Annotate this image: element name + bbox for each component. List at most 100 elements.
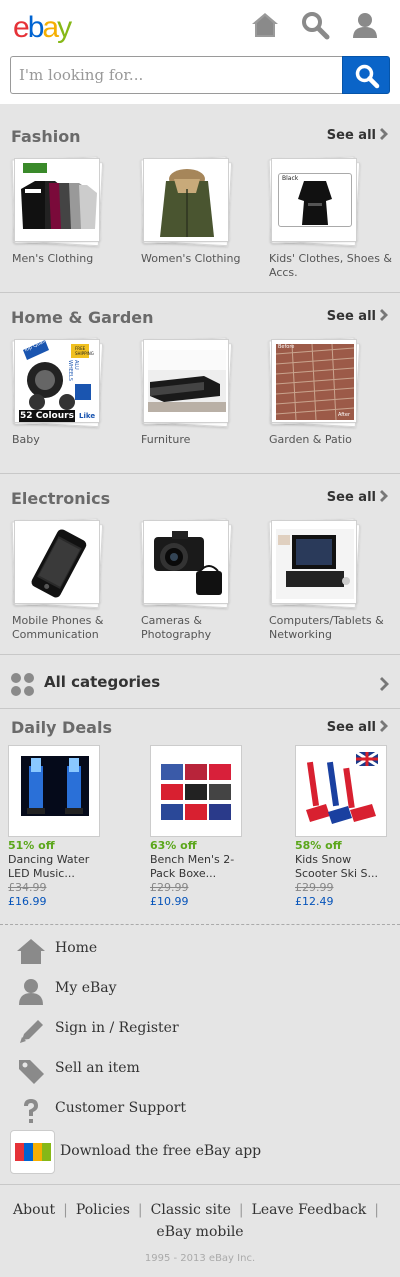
all-categories-label: All categories [44,673,161,691]
category-label: Men's Clothing [12,252,94,265]
promo-text: FREE SHIPPING [75,346,94,356]
category-label: Mobile Phones & Communication [12,614,104,641]
menu-label: Sell an item [55,1060,140,1076]
category-computers[interactable]: Computers/Tablets & Networking [268,518,388,641]
daily-deals-title: Daily Deals [11,718,112,737]
logo-letter: a [42,11,59,44]
electronics-section: Electronics See all Mobile Phones & Comm… [0,474,400,655]
deal-old-price: £34.99 [8,881,47,894]
logo-letter: b [27,11,45,44]
deal-new-price: £10.99 [150,895,189,908]
category-label: Garden & Patio [269,433,352,446]
deal-discount: 51% off [8,839,55,852]
promo-text: Like [79,412,96,420]
see-all-label: See all [326,490,376,505]
see-all-link[interactable]: See all [327,720,390,735]
see-all-link[interactable]: See all [327,490,390,505]
footer-link-classic-site[interactable]: Classic site [151,1202,231,1218]
account-icon[interactable] [350,10,380,40]
deal-image [150,745,242,837]
product-image [14,158,100,242]
person-icon [19,979,43,1005]
ebay-logo [15,1143,51,1161]
chevron-right-icon [380,309,388,321]
section-title: Home & Garden [11,308,154,327]
footer: About | Policies | Classic site | Leave Feedba… [0,1184,400,1277]
bottom-menu: Home My eBay Sign in / Register Sell an … [0,924,400,1174]
category-kids-clothes[interactable]: Black Kids' Clothes, Shoes & Accs. [268,156,392,279]
category-womens-clothing[interactable]: Women's Clothing [140,156,260,265]
deal-new-price: £12.49 [295,895,334,908]
product-image: Black [271,158,357,242]
see-all-label: See all [326,720,376,735]
ebay-logo[interactable]: ebay [13,11,72,44]
category-label: Computers/Tablets & Networking [269,614,384,641]
home-icon[interactable] [250,10,280,40]
menu-my-ebay[interactable]: My eBay [0,970,400,1010]
see-all-label: See all [326,309,376,324]
deal-old-price: £29.99 [295,881,334,894]
separator: | [137,1202,143,1218]
chevron-right-icon [380,677,389,691]
menu-label: Sign in / Register [55,1020,179,1036]
deal-image [295,745,387,837]
search-icon [355,64,380,89]
see-all-link[interactable]: See all [327,128,390,143]
categories-icon [11,673,34,696]
deal-item[interactable]: 63% off Bench Men's 2-Pack Boxe... £29.9… [150,745,250,909]
see-all-link[interactable]: See all [327,309,390,324]
product-image [14,520,100,604]
category-cameras[interactable]: Cameras & Photography [140,518,260,641]
pencil-icon [20,1020,43,1043]
category-label: Cameras & Photography [141,614,212,641]
chevron-right-icon [380,490,388,502]
section-title: Electronics [11,489,111,508]
deal-title: Kids Snow Scooter Ski S... [295,853,378,880]
deal-old-price: £29.99 [150,881,189,894]
product-image: Before After [271,339,357,423]
all-categories-row[interactable]: All categories [0,655,400,709]
deal-item[interactable]: 51% off Dancing Water LED Music... £34.9… [8,745,108,909]
chevron-right-icon [380,720,388,732]
product-image [143,339,229,423]
chevron-right-icon [380,128,388,140]
separator: | [374,1202,379,1218]
category-mobile-phones[interactable]: Mobile Phones & Communication [11,518,131,641]
product-image: Top Quality FREE SHIPPING ALU WHEELS 52 … [14,339,100,423]
ebay-app-icon [10,1130,55,1174]
deal-discount: 63% off [150,839,197,852]
search-button[interactable] [342,56,390,94]
category-baby[interactable]: Top Quality FREE SHIPPING ALU WHEELS 52 … [11,337,131,446]
tag-icon [19,1060,44,1084]
footer-link-ebay-mobile[interactable]: eBay mobile [156,1224,243,1240]
menu-customer-support[interactable]: Customer Support [0,1090,400,1130]
product-image [143,520,229,604]
category-furniture[interactable]: Furniture [140,337,260,446]
category-garden-patio[interactable]: Before After Garden & Patio [268,337,388,446]
menu-download-app[interactable]: Download the free eBay app [0,1130,400,1174]
search-input[interactable]: I'm looking for... [10,56,344,94]
menu-sell[interactable]: Sell an item [0,1050,400,1090]
menu-sign-in[interactable]: Sign in / Register [0,1010,400,1050]
category-label: Baby [12,433,40,446]
deal-image [8,745,100,837]
deal-title: Bench Men's 2-Pack Boxe... [150,853,235,880]
category-mens-clothing[interactable]: Men's Clothing [11,156,131,265]
menu-label: Download the free eBay app [60,1143,262,1159]
footer-link-policies[interactable]: Policies [76,1202,130,1218]
menu-home[interactable]: Home [0,930,400,970]
footer-link-leave-feedback[interactable]: Leave Feedback [252,1202,367,1218]
category-label: Kids' Clothes, Shoes & Accs. [269,252,393,279]
search-icon[interactable] [300,10,330,40]
separator: | [63,1202,68,1218]
logo-letter: e [13,11,30,44]
category-label: Furniture [141,433,191,446]
footer-link-about[interactable]: About [13,1202,55,1218]
deal-title: Dancing Water LED Music... [8,853,90,880]
deal-discount: 58% off [295,839,342,852]
deal-item[interactable]: 58% off Kids Snow Scooter Ski S... £29.9… [295,745,395,909]
promo-text: 52 Colours [19,410,75,422]
question-icon [24,1099,38,1123]
menu-label: Customer Support [55,1100,186,1116]
footer-links: About | Policies | Classic site | Leave Feedba… [0,1199,400,1243]
